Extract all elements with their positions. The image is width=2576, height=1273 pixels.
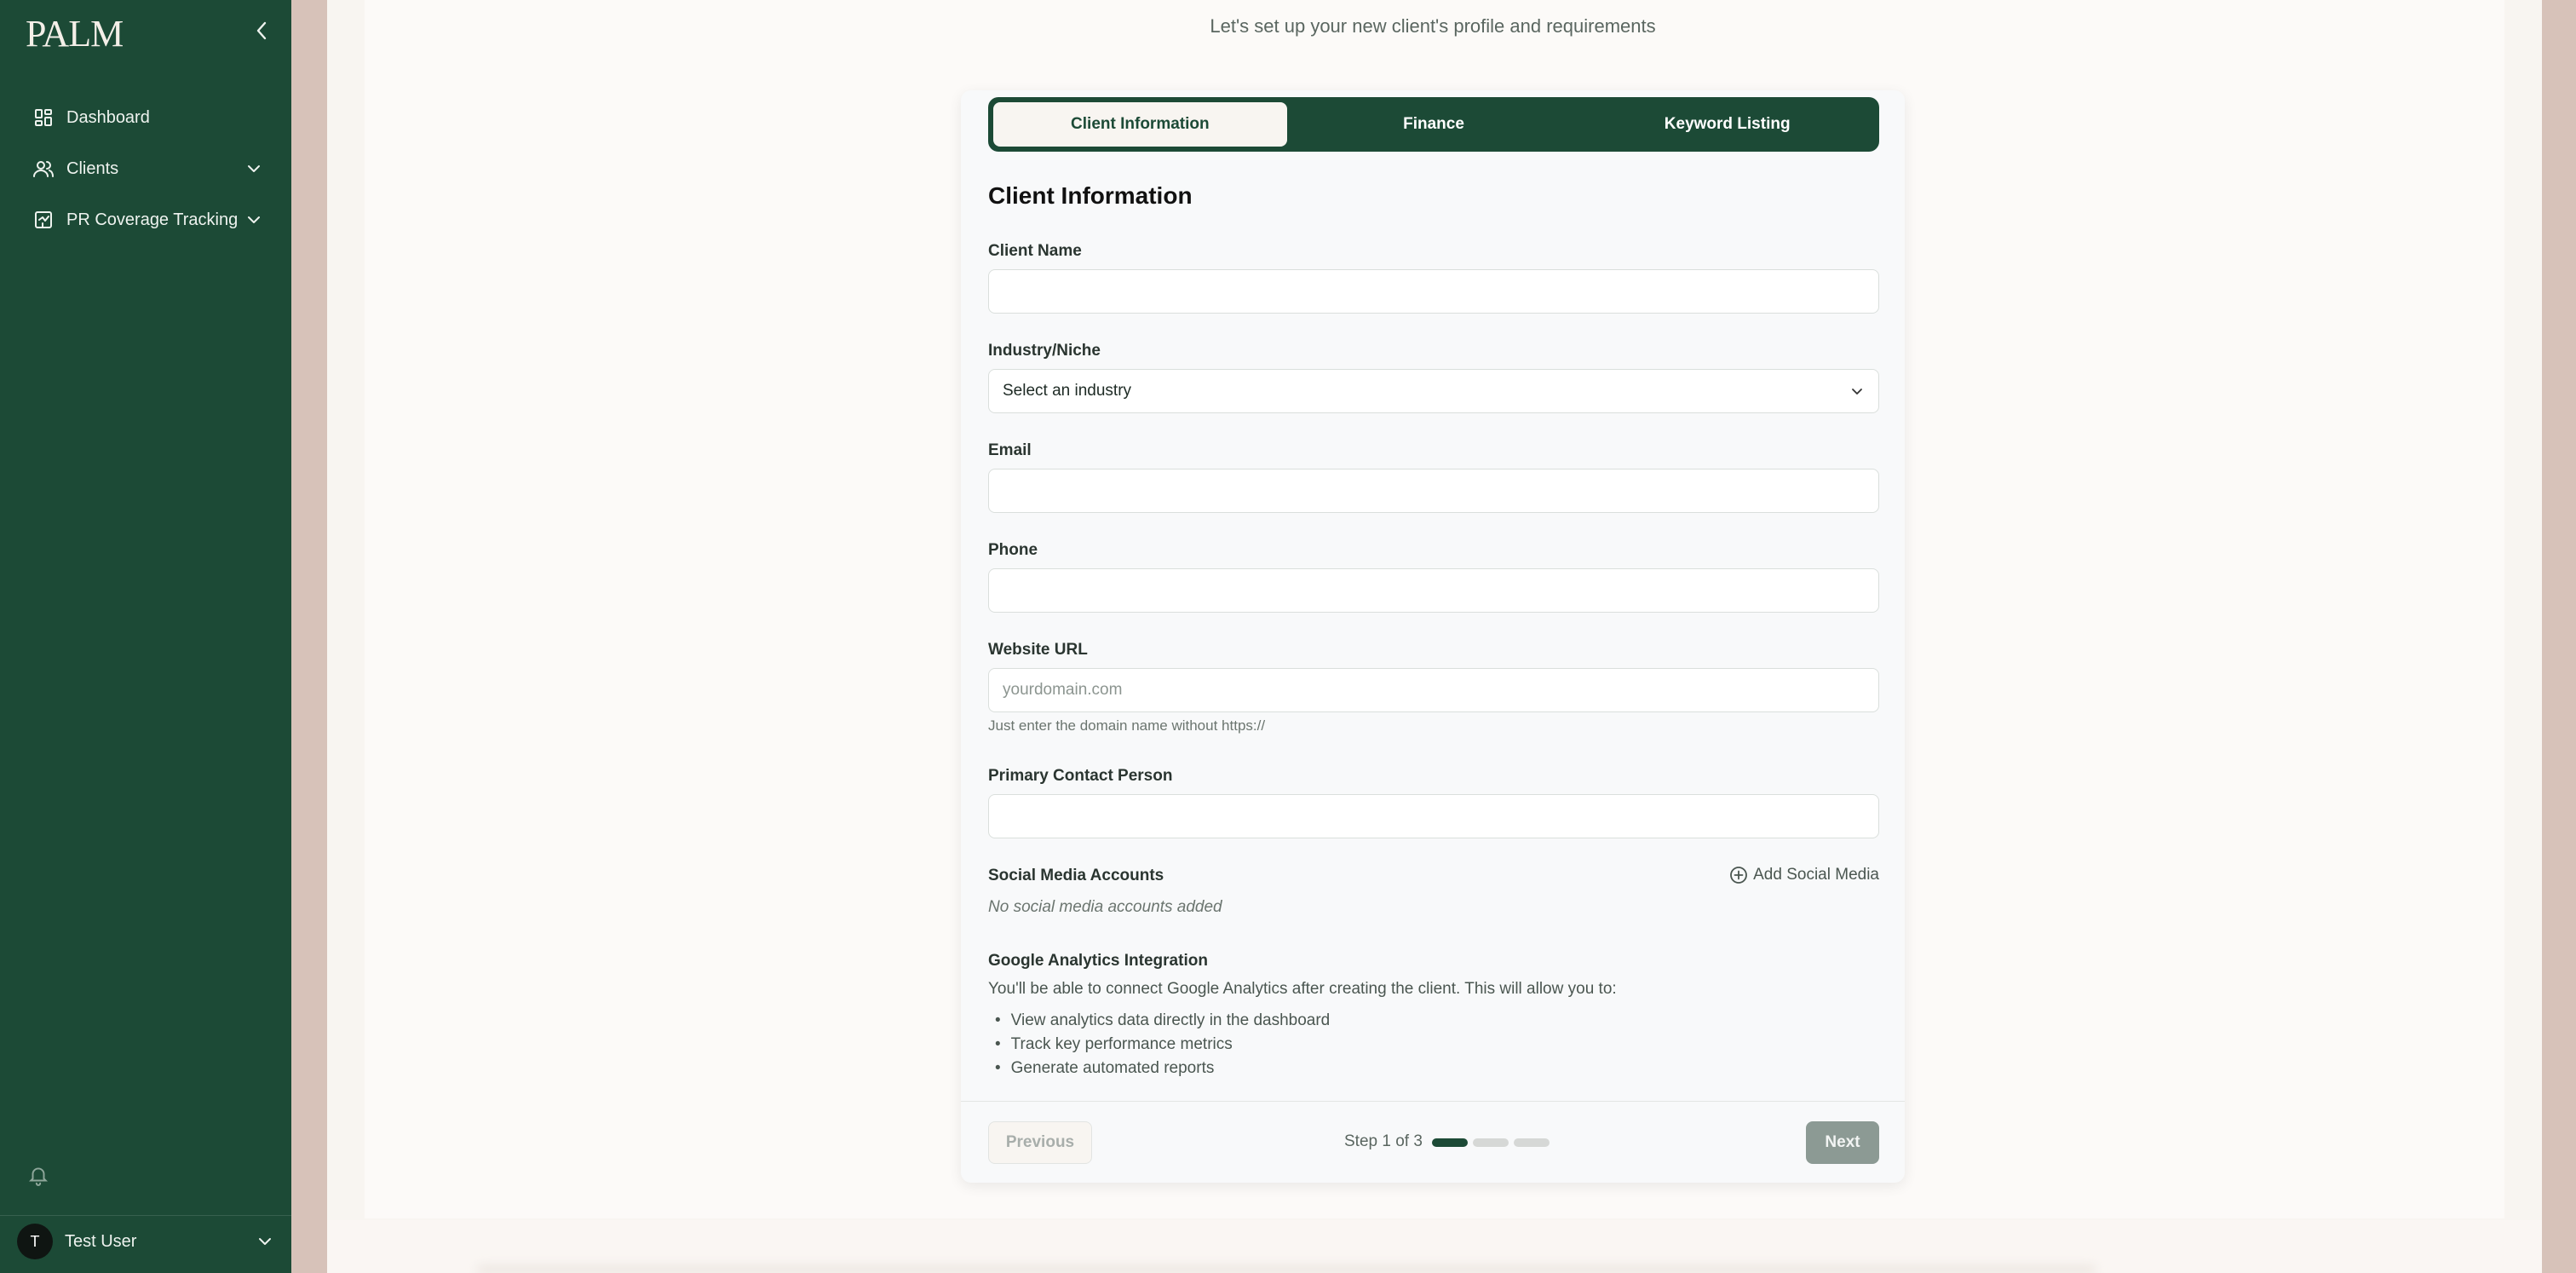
primary-contact-label: Primary Contact Person (988, 767, 1173, 785)
list-item: Generate automated reports (988, 1057, 1330, 1080)
sidebar-item-clients[interactable]: Clients (20, 143, 273, 194)
user-name: Test User (65, 1231, 137, 1251)
website-url-label: Website URL (988, 641, 1088, 659)
industry-label: Industry/Niche (988, 342, 1101, 360)
client-name-label: Client Name (988, 242, 1082, 260)
google-analytics-description: You'll be able to connect Google Analyti… (988, 980, 1617, 998)
chevron-down-icon (1849, 383, 1865, 399)
industry-select[interactable]: Select an industry (988, 369, 1879, 413)
industry-select-value: Select an industry (1003, 382, 1132, 400)
add-social-media-button[interactable]: Add Social Media (1729, 866, 1879, 884)
dashboard-icon (32, 107, 55, 129)
step-indicator-text: Step 1 of 3 (1344, 1132, 1423, 1150)
email-field[interactable] (988, 469, 1879, 513)
tab-keyword-listing[interactable]: Keyword Listing (1580, 102, 1874, 147)
sidebar-item-pr-coverage-tracking[interactable]: PR Coverage Tracking (20, 194, 273, 245)
google-analytics-label: Google Analytics Integration (988, 952, 1208, 970)
section-title: Client Information (988, 182, 1193, 209)
sidebar-item-label: Dashboard (66, 107, 150, 127)
previous-button[interactable]: Previous (988, 1121, 1092, 1164)
step-dot (1473, 1138, 1509, 1147)
plus-circle-icon (1729, 866, 1748, 884)
divider (0, 1215, 291, 1216)
chart-icon (32, 209, 55, 231)
client-form-card: Client Information Finance Keyword Listi… (961, 90, 1905, 1183)
tab-finance[interactable]: Finance (1287, 102, 1581, 147)
form-tabs: Client Information Finance Keyword Listi… (988, 97, 1879, 152)
divider (961, 1101, 1905, 1102)
sidebar-nav: Dashboard Clients PR Coverage Tracking (20, 92, 273, 245)
page-subtitle: Let's set up your new client's profile a… (1210, 15, 1656, 37)
users-icon (32, 158, 55, 180)
list-item: View analytics data directly in the dash… (988, 1009, 1331, 1033)
sidebar-item-dashboard[interactable]: Dashboard (20, 92, 273, 143)
step-dot (1514, 1138, 1550, 1147)
website-url-hint: Just enter the domain name without https… (988, 717, 1266, 734)
phone-field[interactable] (988, 568, 1879, 613)
add-social-media-label: Add Social Media (1753, 866, 1879, 884)
email-label: Email (988, 441, 1032, 459)
website-url-input[interactable]: yourdomain.com (988, 668, 1879, 712)
next-button[interactable]: Next (1806, 1121, 1879, 1164)
sidebar: PALM Dashboard Clients PR Coverage Track… (0, 0, 291, 1273)
chevron-down-icon[interactable] (256, 1232, 274, 1251)
bottom-strip (327, 1220, 2542, 1273)
client-name-input[interactable] (988, 269, 1879, 314)
list-item: Track key performance metrics (988, 1033, 1330, 1057)
chevron-down-icon[interactable] (245, 160, 262, 177)
sidebar-item-label: Clients (66, 158, 119, 178)
chevron-down-icon[interactable] (245, 211, 262, 228)
social-media-empty-text: No social media accounts added (988, 898, 1222, 916)
avatar: T (17, 1224, 53, 1259)
primary-contact-input[interactable] (988, 794, 1879, 838)
sidebar-item-label: PR Coverage Tracking (66, 210, 239, 229)
notification-bell-icon[interactable] (27, 1164, 49, 1186)
tab-client-information[interactable]: Client Information (993, 102, 1287, 147)
phone-label: Phone (988, 541, 1038, 559)
step-dot (1432, 1138, 1468, 1147)
google-analytics-features: View analytics data directly in the dash… (988, 1009, 1331, 1080)
social-media-label: Social Media Accounts (988, 867, 1164, 884)
step-progress (1432, 1138, 1550, 1147)
bottom-shadow (477, 1266, 2096, 1273)
user-menu[interactable]: T Test User (17, 1222, 274, 1261)
